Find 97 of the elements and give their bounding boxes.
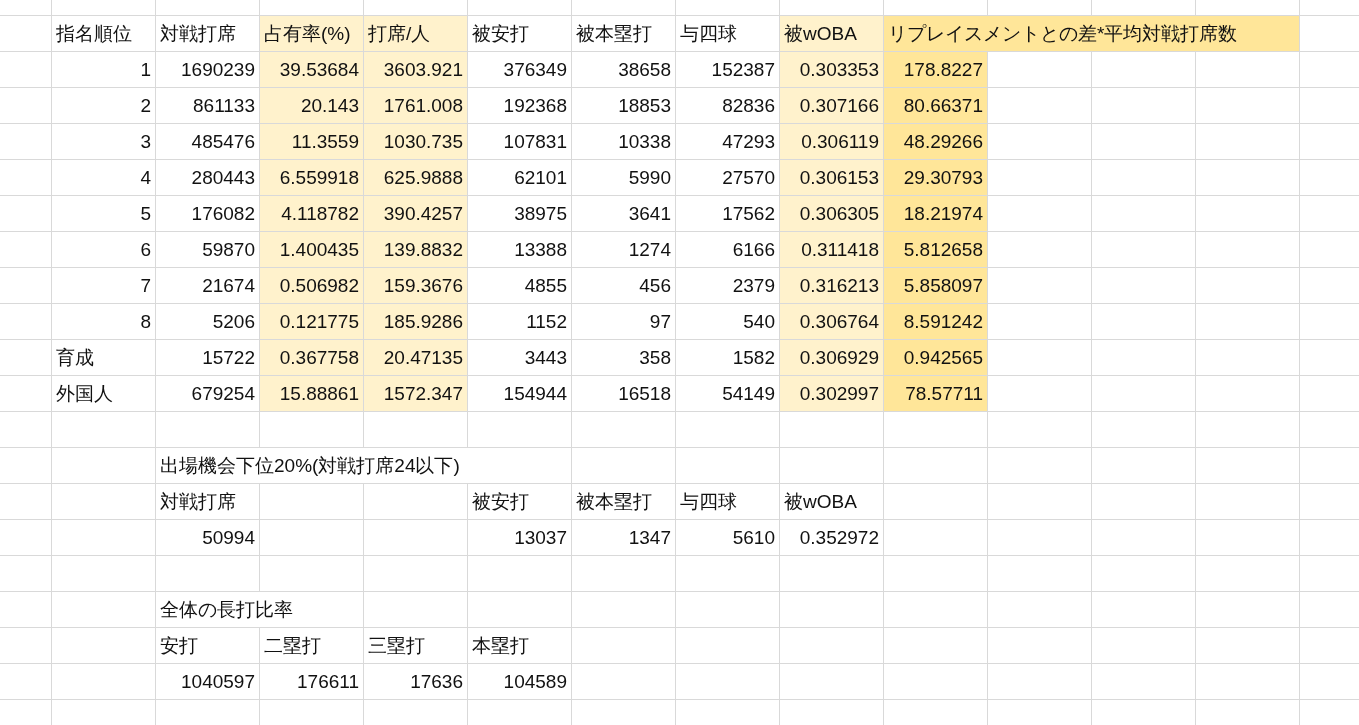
table-cell: 対戦打席 bbox=[156, 484, 260, 519]
table-cell: 8.591242 bbox=[884, 304, 988, 339]
table-cell: 10338 bbox=[572, 124, 676, 159]
table-cell: 占有率(%) bbox=[260, 16, 364, 51]
table-cell: 4 bbox=[52, 160, 156, 195]
table-cell: 指名順位 bbox=[52, 16, 156, 51]
table-cell: 被安打 bbox=[468, 16, 572, 51]
table-cell: 与四球 bbox=[676, 484, 780, 519]
table-cell: 1.400435 bbox=[260, 232, 364, 267]
table-cell: 376349 bbox=[468, 52, 572, 87]
table-cell: 0.367758 bbox=[260, 340, 364, 375]
table-cell: 139.8832 bbox=[364, 232, 468, 267]
table-cell: 0.303353 bbox=[780, 52, 884, 87]
table-cell: 被本塁打 bbox=[572, 16, 676, 51]
table-cell: 29.30793 bbox=[884, 160, 988, 195]
table-cell: 159.3676 bbox=[364, 268, 468, 303]
table-cell: 18853 bbox=[572, 88, 676, 123]
table-cell: 5990 bbox=[572, 160, 676, 195]
table-cell: 0.352972 bbox=[780, 520, 884, 555]
table-cell: 17636 bbox=[364, 664, 468, 699]
table-cell: 13037 bbox=[468, 520, 572, 555]
table-cell: 被wOBA bbox=[780, 16, 884, 51]
table-cell: 176611 bbox=[260, 664, 364, 699]
table-cell: 3443 bbox=[468, 340, 572, 375]
table-cell: 外国人 bbox=[52, 376, 156, 411]
table-cell: 0.306153 bbox=[780, 160, 884, 195]
table-cell: 62101 bbox=[468, 160, 572, 195]
table-cell: 打席/人 bbox=[364, 16, 468, 51]
table-cell: 20.143 bbox=[260, 88, 364, 123]
table-cell: 48.29266 bbox=[884, 124, 988, 159]
table-cell: 1040597 bbox=[156, 664, 260, 699]
table-cell: 38975 bbox=[468, 196, 572, 231]
table-cell: 0.307166 bbox=[780, 88, 884, 123]
table-cell: 全体の長打比率 bbox=[156, 592, 364, 627]
table-cell: 192368 bbox=[468, 88, 572, 123]
table-cell: 107831 bbox=[468, 124, 572, 159]
table-cell: 7 bbox=[52, 268, 156, 303]
table-cell: 1030.735 bbox=[364, 124, 468, 159]
table-cell: 6 bbox=[52, 232, 156, 267]
table-cell: 97 bbox=[572, 304, 676, 339]
table-cell: 1152 bbox=[468, 304, 572, 339]
table-cell: 5.858097 bbox=[884, 268, 988, 303]
table-cell: 16518 bbox=[572, 376, 676, 411]
table-cell: 三塁打 bbox=[364, 628, 468, 663]
table-cell: 0.306764 bbox=[780, 304, 884, 339]
table-cell: 1572.347 bbox=[364, 376, 468, 411]
table-cell: 本塁打 bbox=[468, 628, 572, 663]
table-cell: 39.53684 bbox=[260, 52, 364, 87]
table-cell: 安打 bbox=[156, 628, 260, 663]
table-cell: 1 bbox=[52, 52, 156, 87]
table-cell: 0.311418 bbox=[780, 232, 884, 267]
table-cell: 3 bbox=[52, 124, 156, 159]
table-cell: 18.21974 bbox=[884, 196, 988, 231]
table-cell: 0.306305 bbox=[780, 196, 884, 231]
table-cell: 11.3559 bbox=[260, 124, 364, 159]
table-cell: 20.47135 bbox=[364, 340, 468, 375]
table-cell: 二塁打 bbox=[260, 628, 364, 663]
table-cell: 358 bbox=[572, 340, 676, 375]
table-cell: 1347 bbox=[572, 520, 676, 555]
table-cell: 被wOBA bbox=[780, 484, 884, 519]
table-cell: 5610 bbox=[676, 520, 780, 555]
table-cell: 185.9286 bbox=[364, 304, 468, 339]
table-cell: 1274 bbox=[572, 232, 676, 267]
table-cell: 3603.921 bbox=[364, 52, 468, 87]
table-cell: 5 bbox=[52, 196, 156, 231]
table-cell: 被安打 bbox=[468, 484, 572, 519]
table-cell: 3641 bbox=[572, 196, 676, 231]
table-cell: 78.57711 bbox=[884, 376, 988, 411]
table-cell: 0.121775 bbox=[260, 304, 364, 339]
table-cell: 2 bbox=[52, 88, 156, 123]
table-cell: 4855 bbox=[468, 268, 572, 303]
table-cell: 0.302997 bbox=[780, 376, 884, 411]
table-cell: 育成 bbox=[52, 340, 156, 375]
table-cell: 5.812658 bbox=[884, 232, 988, 267]
table-cell: 1761.008 bbox=[364, 88, 468, 123]
table-cell: 38658 bbox=[572, 52, 676, 87]
table-cell: 50994 bbox=[156, 520, 260, 555]
table-cell: 13388 bbox=[468, 232, 572, 267]
table-cell: 4.118782 bbox=[260, 196, 364, 231]
table-cell: 625.9888 bbox=[364, 160, 468, 195]
table-cell: 被本塁打 bbox=[572, 484, 676, 519]
table-cell: 104589 bbox=[468, 664, 572, 699]
table-cell: 0.316213 bbox=[780, 268, 884, 303]
table-cell: 6.559918 bbox=[260, 160, 364, 195]
table-cell: 456 bbox=[572, 268, 676, 303]
table-cell: 154944 bbox=[468, 376, 572, 411]
table-cell: 0.306929 bbox=[780, 340, 884, 375]
table-cell: 80.66371 bbox=[884, 88, 988, 123]
table-cell: 0.306119 bbox=[780, 124, 884, 159]
table-cell: 0.942565 bbox=[884, 340, 988, 375]
table-cell: 出場機会下位20%(対戦打席24以下) bbox=[156, 448, 572, 483]
table-cell: 8 bbox=[52, 304, 156, 339]
table-cell: 390.4257 bbox=[364, 196, 468, 231]
table-cell: 0.506982 bbox=[260, 268, 364, 303]
table-cell: 178.8227 bbox=[884, 52, 988, 87]
table-cell: リプレイスメントとの差*平均対戦打席数 bbox=[884, 16, 1300, 51]
table-cell: 15.88861 bbox=[260, 376, 364, 411]
